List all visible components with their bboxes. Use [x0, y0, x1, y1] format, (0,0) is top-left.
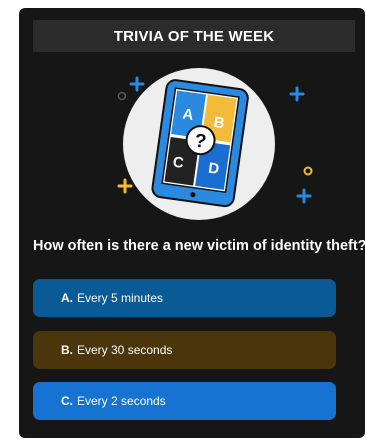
- plus-icon: [289, 86, 305, 102]
- answer-option-c[interactable]: C. Every 2 seconds: [33, 382, 336, 420]
- answer-letter: B.: [61, 343, 73, 357]
- answer-label: Every 30 seconds: [77, 343, 173, 357]
- circle-icon: [117, 91, 127, 101]
- answer-option-b[interactable]: B. Every 30 seconds: [33, 331, 336, 369]
- plus-icon: [129, 76, 145, 92]
- plus-icon: [296, 188, 312, 204]
- trivia-illustration: A B C D ?: [117, 68, 313, 220]
- circle-icon: [303, 166, 313, 176]
- answer-option-a[interactable]: A. Every 5 minutes: [33, 279, 336, 317]
- answer-label: Every 5 minutes: [77, 291, 164, 305]
- question-text: How often is there a new victim of ident…: [33, 238, 365, 254]
- tablet-quiz-icon: A B C D ?: [151, 79, 249, 208]
- answer-letter: A.: [61, 291, 73, 305]
- answer-label: Every 2 seconds: [77, 394, 166, 408]
- trivia-title-bar: TRIVIA OF THE WEEK: [33, 20, 355, 52]
- trivia-card: TRIVIA OF THE WEEK A B C D ? How often i…: [19, 8, 365, 438]
- trivia-title: TRIVIA OF THE WEEK: [113, 27, 275, 45]
- answer-letter: C.: [61, 394, 73, 408]
- plus-icon: [117, 178, 133, 194]
